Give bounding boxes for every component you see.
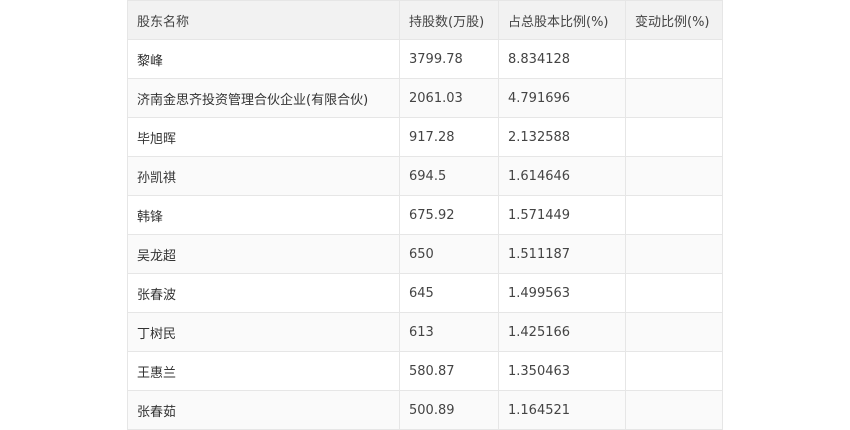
cell-shares: 3799.78 [399, 39, 499, 79]
cell-shares: 694.5 [399, 156, 499, 196]
cell-shareholder-name: 孙凯祺 [127, 156, 400, 196]
cell-shareholder-name: 韩锋 [127, 195, 400, 235]
cell-share-ratio: 1.350463 [498, 351, 626, 391]
header-shares: 持股数(万股) [399, 0, 499, 40]
cell-shares: 675.92 [399, 195, 499, 235]
header-change-ratio: 变动比例(%) [625, 0, 723, 40]
cell-shares: 2061.03 [399, 78, 499, 118]
cell-shares: 645 [399, 273, 499, 313]
table-body: 黎峰 3799.78 8.834128 济南金思齐投资管理合伙企业(有限合伙) 2061… [127, 39, 723, 430]
cell-share-ratio: 1.614646 [498, 156, 626, 196]
cell-shares: 650 [399, 234, 499, 274]
cell-shareholder-name: 王惠兰 [127, 351, 400, 391]
cell-change-ratio [625, 273, 723, 313]
cell-shares: 917.28 [399, 117, 499, 157]
cell-share-ratio: 1.571449 [498, 195, 626, 235]
table-row: 孙凯祺 694.5 1.614646 [127, 156, 723, 196]
table-row: 张春茹 500.89 1.164521 [127, 390, 723, 430]
cell-shareholder-name: 黎峰 [127, 39, 400, 79]
cell-shareholder-name: 张春波 [127, 273, 400, 313]
cell-change-ratio [625, 39, 723, 79]
cell-share-ratio: 1.164521 [498, 390, 626, 430]
table-row: 王惠兰 580.87 1.350463 [127, 351, 723, 391]
cell-share-ratio: 1.425166 [498, 312, 626, 352]
table-row: 黎峰 3799.78 8.834128 [127, 39, 723, 79]
cell-change-ratio [625, 78, 723, 118]
shareholders-table: 股东名称 持股数(万股) 占总股本比例(%) 变动比例(%) 黎峰 3799.78… [127, 0, 723, 430]
header-shareholder-name: 股东名称 [127, 0, 400, 40]
table-row: 吴龙超 650 1.511187 [127, 234, 723, 274]
cell-shareholder-name: 济南金思齐投资管理合伙企业(有限合伙) [127, 78, 400, 118]
table-row: 丁树民 613 1.425166 [127, 312, 723, 352]
cell-change-ratio [625, 195, 723, 235]
cell-change-ratio [625, 234, 723, 274]
table-row: 济南金思齐投资管理合伙企业(有限合伙) 2061.03 4.791696 [127, 78, 723, 118]
cell-change-ratio [625, 351, 723, 391]
table-row: 毕旭晖 917.28 2.132588 [127, 117, 723, 157]
cell-shareholder-name: 吴龙超 [127, 234, 400, 274]
cell-shareholder-name: 丁树民 [127, 312, 400, 352]
cell-share-ratio: 1.511187 [498, 234, 626, 274]
cell-shares: 500.89 [399, 390, 499, 430]
cell-change-ratio [625, 156, 723, 196]
cell-shareholder-name: 毕旭晖 [127, 117, 400, 157]
cell-share-ratio: 1.499563 [498, 273, 626, 313]
header-share-ratio: 占总股本比例(%) [498, 0, 626, 40]
cell-shareholder-name: 张春茹 [127, 390, 400, 430]
cell-shares: 580.87 [399, 351, 499, 391]
cell-share-ratio: 8.834128 [498, 39, 626, 79]
cell-change-ratio [625, 117, 723, 157]
cell-change-ratio [625, 312, 723, 352]
table-header-row: 股东名称 持股数(万股) 占总股本比例(%) 变动比例(%) [127, 0, 723, 40]
cell-share-ratio: 4.791696 [498, 78, 626, 118]
cell-shares: 613 [399, 312, 499, 352]
table-row: 韩锋 675.92 1.571449 [127, 195, 723, 235]
cell-change-ratio [625, 390, 723, 430]
cell-share-ratio: 2.132588 [498, 117, 626, 157]
table-row: 张春波 645 1.499563 [127, 273, 723, 313]
